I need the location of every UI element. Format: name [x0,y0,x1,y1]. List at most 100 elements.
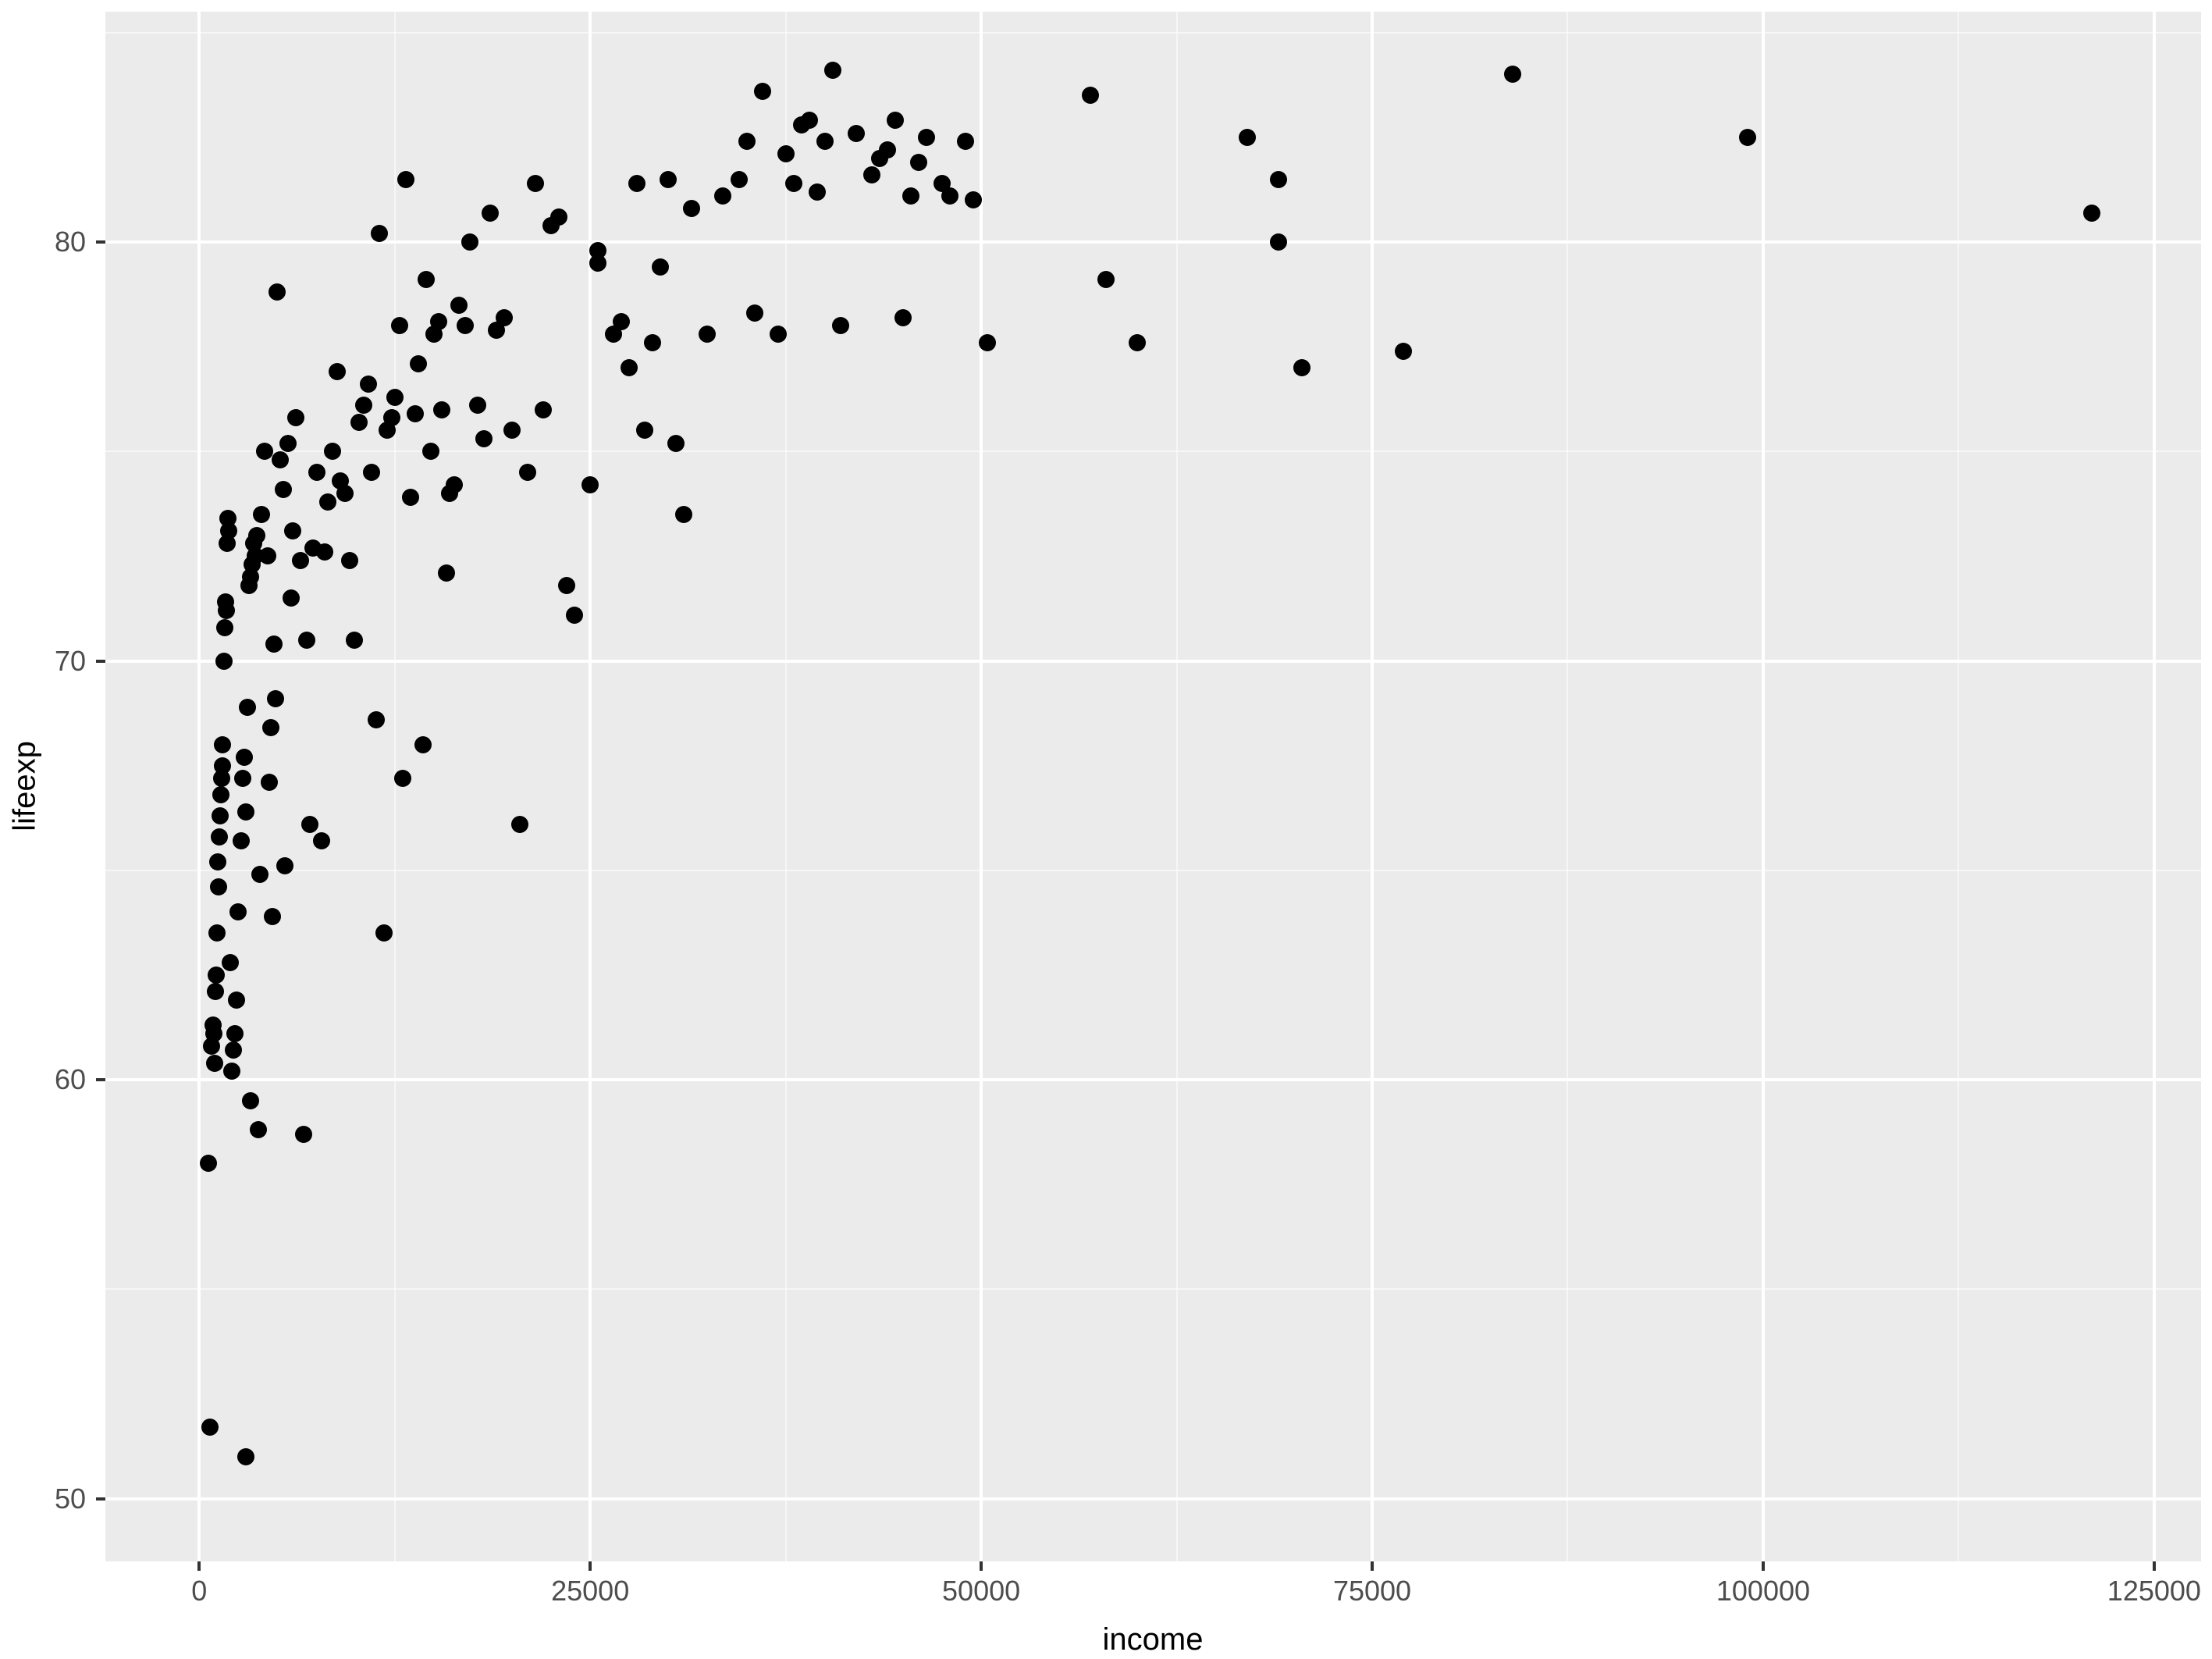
data-point [894,309,912,326]
data-point [1082,87,1099,104]
x-gridline [1762,12,1765,1561]
data-point [251,866,268,883]
data-point [363,464,380,481]
data-point [1395,343,1412,360]
data-point [581,476,599,493]
y-gridline [105,240,2201,244]
y-gridline-minor [105,1288,2201,1290]
plot-panel [105,12,2201,1561]
data-point [1739,129,1756,146]
y-tick-mark [96,1497,105,1501]
data-point [250,1121,267,1138]
data-point [386,389,404,406]
data-point [208,924,226,942]
data-point [225,1041,242,1059]
data-point [324,443,341,460]
x-gridline-minor [785,12,787,1561]
data-point [222,954,239,971]
data-point [430,313,447,330]
data-point [261,774,278,791]
data-point [316,543,333,561]
data-point [402,489,419,506]
data-point [731,171,748,188]
x-gridline [2153,12,2156,1561]
data-point [1270,171,1287,188]
y-tick-mark [96,240,105,244]
x-tick-label: 100000 [1716,1577,1810,1605]
data-point [397,171,414,188]
data-point [1097,271,1115,288]
data-point [295,1126,312,1143]
data-point [394,770,411,787]
data-point [212,807,229,824]
y-gridline-minor [105,870,2201,871]
data-point [268,283,286,301]
data-point [220,522,237,539]
data-point [214,736,231,753]
data-point [233,832,250,849]
data-point [699,326,716,343]
data-point [211,828,228,846]
x-tick-mark [980,1561,983,1571]
y-gridline [105,1497,2201,1501]
data-point [675,506,692,523]
data-point [957,133,974,150]
data-point [209,853,226,870]
data-point [770,326,787,343]
data-point [652,258,669,276]
data-point [621,359,638,376]
data-point [218,602,235,619]
data-point [292,552,309,569]
data-point [210,878,227,895]
data-point [535,401,552,418]
data-point [2083,205,2100,222]
data-point [336,485,354,502]
data-point [848,125,865,142]
data-point [346,632,363,649]
data-point [461,233,478,251]
data-point [503,422,521,439]
data-point [313,832,330,849]
y-tick-label: 70 [55,647,86,675]
y-tick-label: 60 [55,1066,86,1094]
y-gridline [105,1078,2201,1081]
y-gridline-minor [105,450,2201,452]
data-point [262,719,279,736]
x-tick-label: 125000 [2107,1577,2201,1605]
data-point [683,200,700,217]
data-point [283,589,300,607]
data-point [469,397,486,414]
data-point [265,635,283,653]
data-point [319,493,336,511]
data-point [375,924,393,942]
data-point [824,62,841,79]
x-gridline-minor [1176,12,1178,1561]
data-point [383,409,400,426]
y-tick-mark [96,660,105,663]
data-point [879,141,896,158]
y-tick-label: 80 [55,228,86,256]
data-point [407,405,424,422]
data-point [644,334,661,351]
data-point [226,1025,244,1042]
data-point [272,451,289,468]
data-point [450,297,468,314]
data-point [457,317,474,334]
data-point [360,376,377,393]
data-point [910,154,927,171]
data-point [738,133,756,150]
data-point [234,770,251,787]
data-point [613,313,630,330]
data-point [636,422,653,439]
data-point [200,1155,217,1172]
data-point [212,786,229,803]
data-point [228,991,245,1009]
data-point [832,317,849,334]
y-axis-title: lifeexp [8,741,43,831]
data-point [341,552,358,569]
data-point [433,401,450,418]
data-point [239,699,256,716]
data-point [496,309,513,326]
data-point [237,1448,254,1465]
data-point [242,1092,259,1109]
